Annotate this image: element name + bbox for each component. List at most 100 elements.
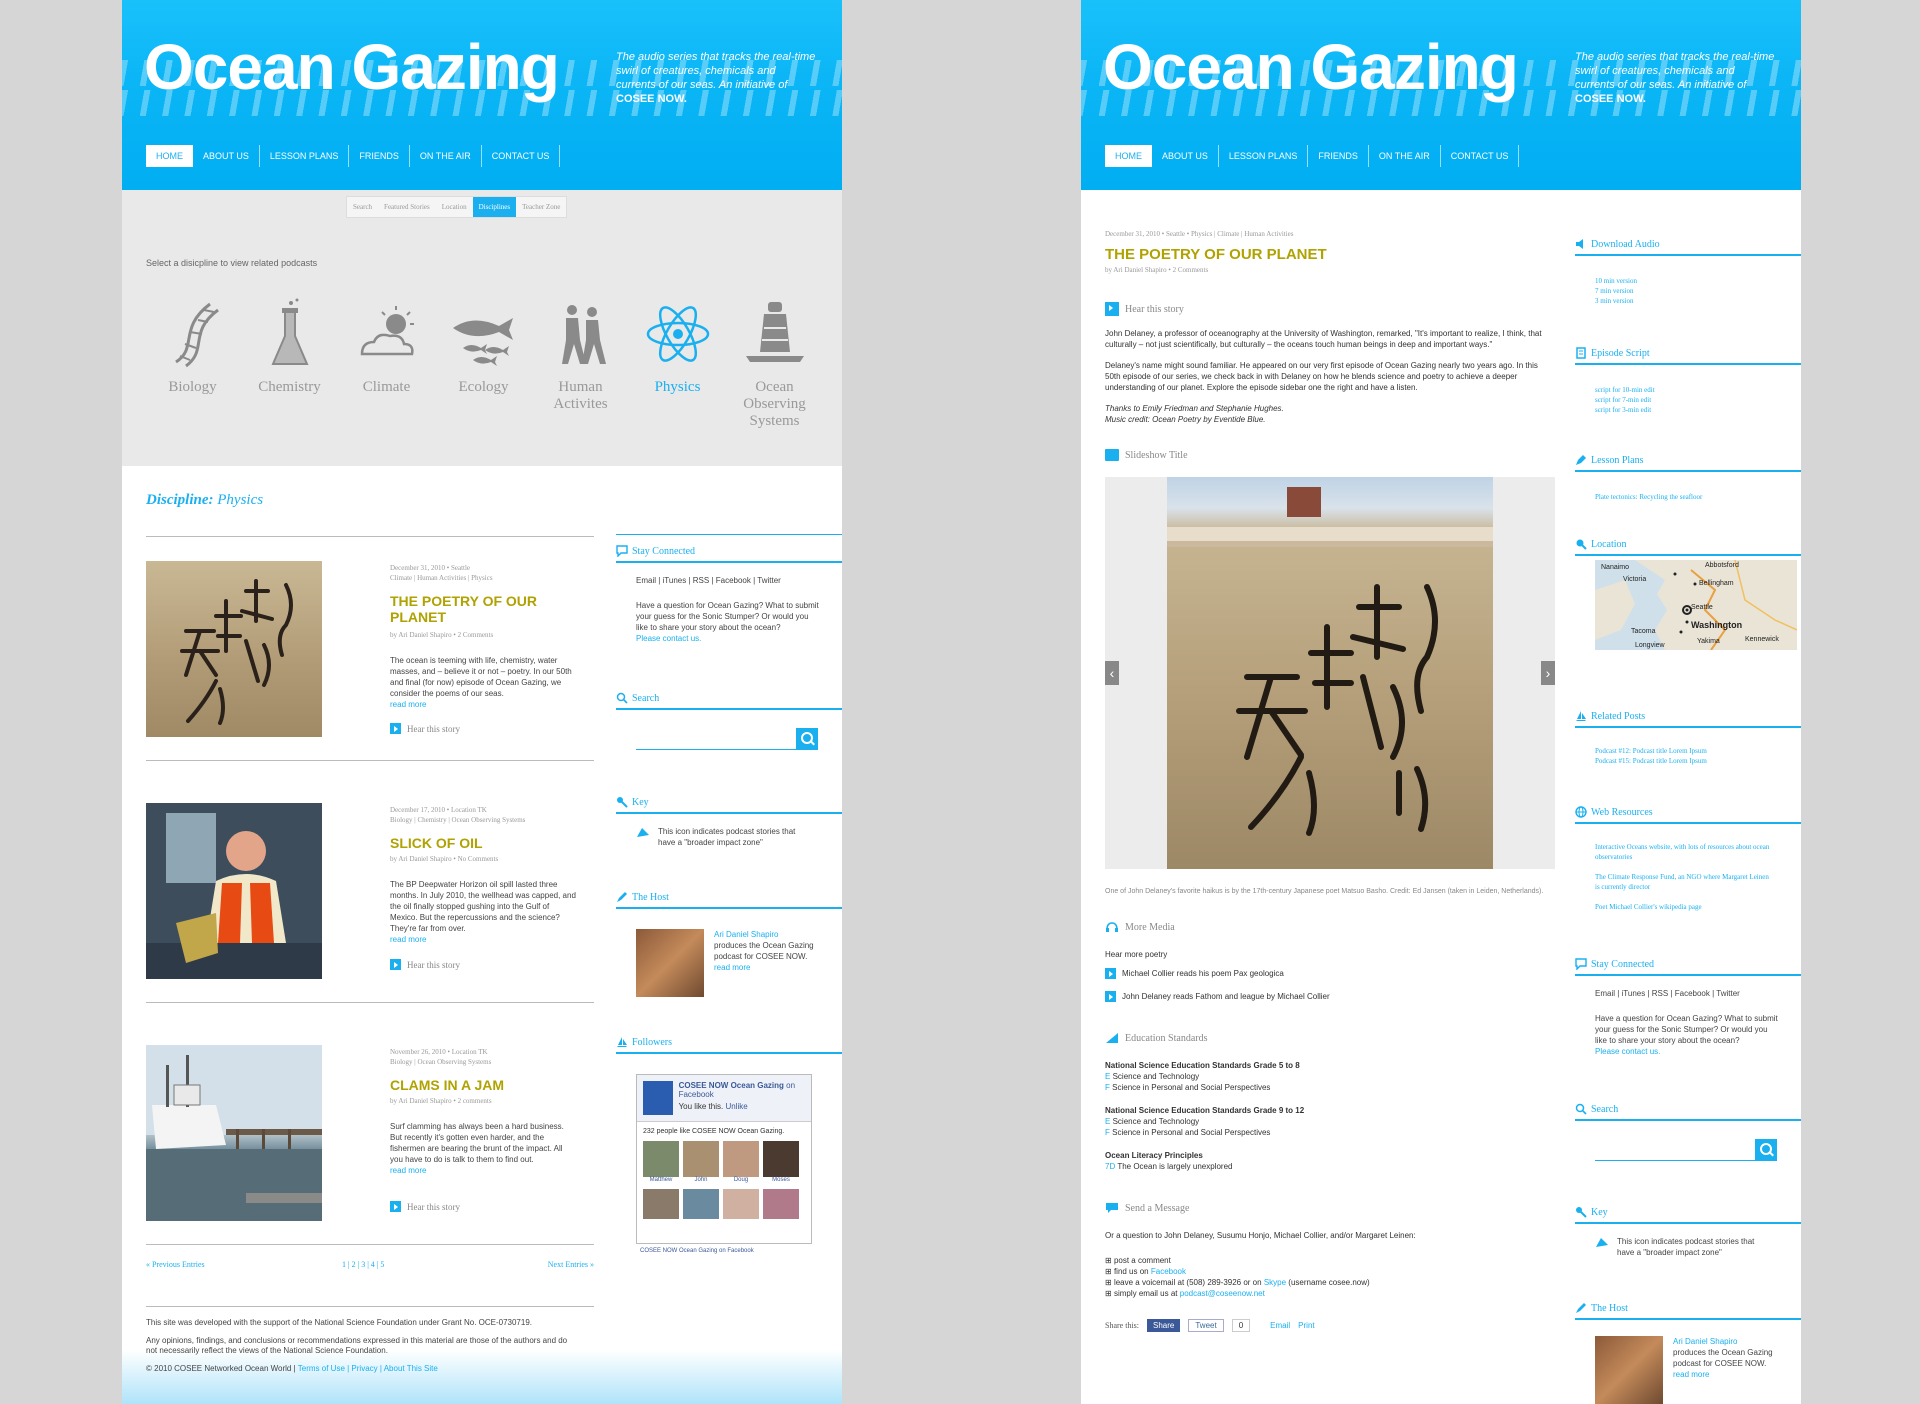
discipline-human-activities[interactable]: Human Activites [532, 298, 629, 430]
post-thumbnail[interactable] [146, 1045, 322, 1221]
standard-code[interactable]: F [1105, 1128, 1110, 1137]
read-more-link[interactable]: read more [714, 963, 750, 972]
host-name-link[interactable]: Ari Daniel Shapiro [714, 930, 778, 939]
lesson-link[interactable]: Plate tectonics: Recycling the seafloor [1595, 492, 1781, 502]
web-resource-link[interactable]: Interactive Oceans website, with lots of… [1595, 842, 1771, 862]
audio-version-link[interactable]: 7 min version [1595, 286, 1781, 296]
page-numbers[interactable]: 1 | 2 | 3 | 4 | 5 [342, 1260, 384, 1269]
search-button[interactable] [796, 728, 818, 750]
read-more-link[interactable]: read more [1673, 1370, 1709, 1379]
hear-story-button[interactable]: Hear this story [390, 959, 460, 970]
fb-footer-link[interactable]: COSEE NOW Ocean Gazing on Facebook [640, 1248, 842, 1254]
facebook-share-button[interactable]: Share [1147, 1319, 1181, 1332]
prev-entries-link[interactable]: « Previous Entries [146, 1260, 205, 1269]
site-title[interactable]: Ocean Gazing [144, 30, 560, 104]
standard-code[interactable]: E [1105, 1117, 1110, 1126]
location-map[interactable]: Abbotsford Nanaimo Victoria Bellingham S… [1595, 560, 1797, 650]
tweet-button[interactable]: Tweet [1188, 1319, 1224, 1332]
nav-about[interactable]: ABOUT US [1152, 145, 1219, 167]
post-title[interactable]: SLICK OF OIL [390, 835, 550, 851]
hear-story-button[interactable]: Hear this story [1105, 302, 1555, 316]
fan-avatar[interactable] [763, 1141, 799, 1177]
hear-story-button[interactable]: Hear this story [390, 723, 460, 734]
tab-disciplines[interactable]: Disciplines [472, 197, 517, 217]
fan-avatar[interactable] [763, 1189, 799, 1219]
nav-lesson-plans[interactable]: LESSON PLANS [260, 145, 350, 167]
post-title[interactable]: THE POETRY OF OUR PLANET [390, 593, 550, 625]
post-title[interactable]: CLAMS IN A JAM [390, 1077, 550, 1093]
nav-about[interactable]: ABOUT US [193, 145, 260, 167]
standard-code[interactable]: E [1105, 1072, 1110, 1081]
standard-code[interactable]: F [1105, 1083, 1110, 1092]
web-resource-link[interactable]: Poet Michael Collier's wikipedia page [1595, 902, 1771, 912]
search-button[interactable] [1755, 1139, 1777, 1161]
contact-us-link[interactable]: Please contact us. [636, 634, 701, 643]
search-input[interactable] [1595, 1143, 1755, 1161]
tab-teacher-zone[interactable]: Teacher Zone [516, 197, 566, 217]
related-post-link[interactable]: Podcast #15: Podcast title Lorem Ipsum [1595, 756, 1781, 766]
next-entries-link[interactable]: Next Entries » [548, 1260, 594, 1269]
standard-code[interactable]: 7D [1105, 1162, 1115, 1171]
script-link[interactable]: script for 10-min edit [1595, 385, 1781, 395]
prev-slide-button[interactable]: ‹ [1105, 661, 1119, 685]
tab-location[interactable]: Location [436, 197, 473, 217]
nav-on-the-air[interactable]: ON THE AIR [410, 145, 482, 167]
slide-image[interactable] [1167, 477, 1493, 869]
unlike-link[interactable]: Unlike [725, 1102, 747, 1111]
media-item[interactable]: Michael Collier reads his poem Pax geolo… [1105, 968, 1555, 979]
script-link[interactable]: script for 3-min edit [1595, 405, 1781, 415]
facebook-link[interactable]: Facebook [1151, 1267, 1186, 1276]
media-item[interactable]: John Delaney reads Fathom and league by … [1105, 991, 1555, 1002]
fan-avatar[interactable] [643, 1189, 679, 1219]
fan-avatar[interactable] [683, 1189, 719, 1219]
email-link[interactable]: podcast@coseenow.net [1180, 1289, 1265, 1298]
audio-version-link[interactable]: 10 min version [1595, 276, 1781, 286]
nav-home[interactable]: HOME [1105, 145, 1152, 167]
fb-page-link[interactable]: COSEE NOW Ocean Gazing [679, 1081, 784, 1090]
tab-search[interactable]: Search [347, 197, 378, 217]
fan-avatar[interactable] [723, 1141, 759, 1177]
print-button[interactable]: Print [1298, 1321, 1314, 1330]
discipline-chemistry[interactable]: Chemistry [241, 298, 338, 430]
fan-avatar[interactable] [723, 1189, 759, 1219]
host-photo[interactable] [636, 929, 704, 997]
discipline-physics[interactable]: Physics [629, 298, 726, 430]
related-post-link[interactable]: Podcast #12: Podcast title Lorem Ipsum [1595, 746, 1781, 756]
post-thumbnail[interactable] [146, 803, 322, 979]
discipline-ecology[interactable]: Ecology [435, 298, 532, 430]
nav-on-the-air[interactable]: ON THE AIR [1369, 145, 1441, 167]
host-name-link[interactable]: Ari Daniel Shapiro [1673, 1337, 1737, 1346]
channel-links[interactable]: Email | iTunes | RSS | Facebook | Twitte… [1595, 988, 1781, 999]
skype-link[interactable]: Skype [1264, 1278, 1286, 1287]
next-slide-button[interactable]: › [1541, 661, 1555, 685]
hear-story-button[interactable]: Hear this story [390, 1201, 460, 1212]
host-photo[interactable] [1595, 1336, 1663, 1404]
nav-contact[interactable]: CONTACT US [1441, 145, 1520, 167]
nav-home[interactable]: HOME [146, 145, 193, 167]
footer-links[interactable]: Terms of Use | Privacy | About This Site [298, 1364, 438, 1373]
fan-avatar[interactable] [683, 1141, 719, 1177]
audio-version-link[interactable]: 3 min version [1595, 296, 1781, 306]
site-title[interactable]: Ocean Gazing [1103, 30, 1519, 104]
nav-friends[interactable]: FRIENDS [1308, 145, 1369, 167]
post-comment-link[interactable]: post a comment [1114, 1256, 1171, 1265]
tab-featured[interactable]: Featured Stories [378, 197, 436, 217]
nav-contact[interactable]: CONTACT US [482, 145, 561, 167]
channel-links[interactable]: Email | iTunes | RSS | Facebook | Twitte… [636, 575, 822, 586]
read-more-link[interactable]: read more [390, 1166, 426, 1175]
script-link[interactable]: script for 7-min edit [1595, 395, 1781, 405]
web-resource-link[interactable]: The Climate Response Fund, an NGO where … [1595, 872, 1771, 892]
page-avatar[interactable] [643, 1081, 673, 1115]
nav-lesson-plans[interactable]: LESSON PLANS [1219, 145, 1309, 167]
read-more-link[interactable]: read more [390, 700, 426, 709]
nav-friends[interactable]: FRIENDS [349, 145, 410, 167]
email-share-button[interactable]: Email [1270, 1321, 1290, 1330]
fan-avatar[interactable] [643, 1141, 679, 1177]
discipline-ocean-observing[interactable]: Ocean Observing Systems [726, 298, 823, 430]
search-input[interactable] [636, 732, 796, 750]
discipline-biology[interactable]: Biology [144, 298, 241, 430]
discipline-climate[interactable]: Climate [338, 298, 435, 430]
post-thumbnail[interactable] [146, 561, 322, 737]
contact-us-link[interactable]: Please contact us. [1595, 1047, 1660, 1056]
read-more-link[interactable]: read more [390, 935, 426, 944]
